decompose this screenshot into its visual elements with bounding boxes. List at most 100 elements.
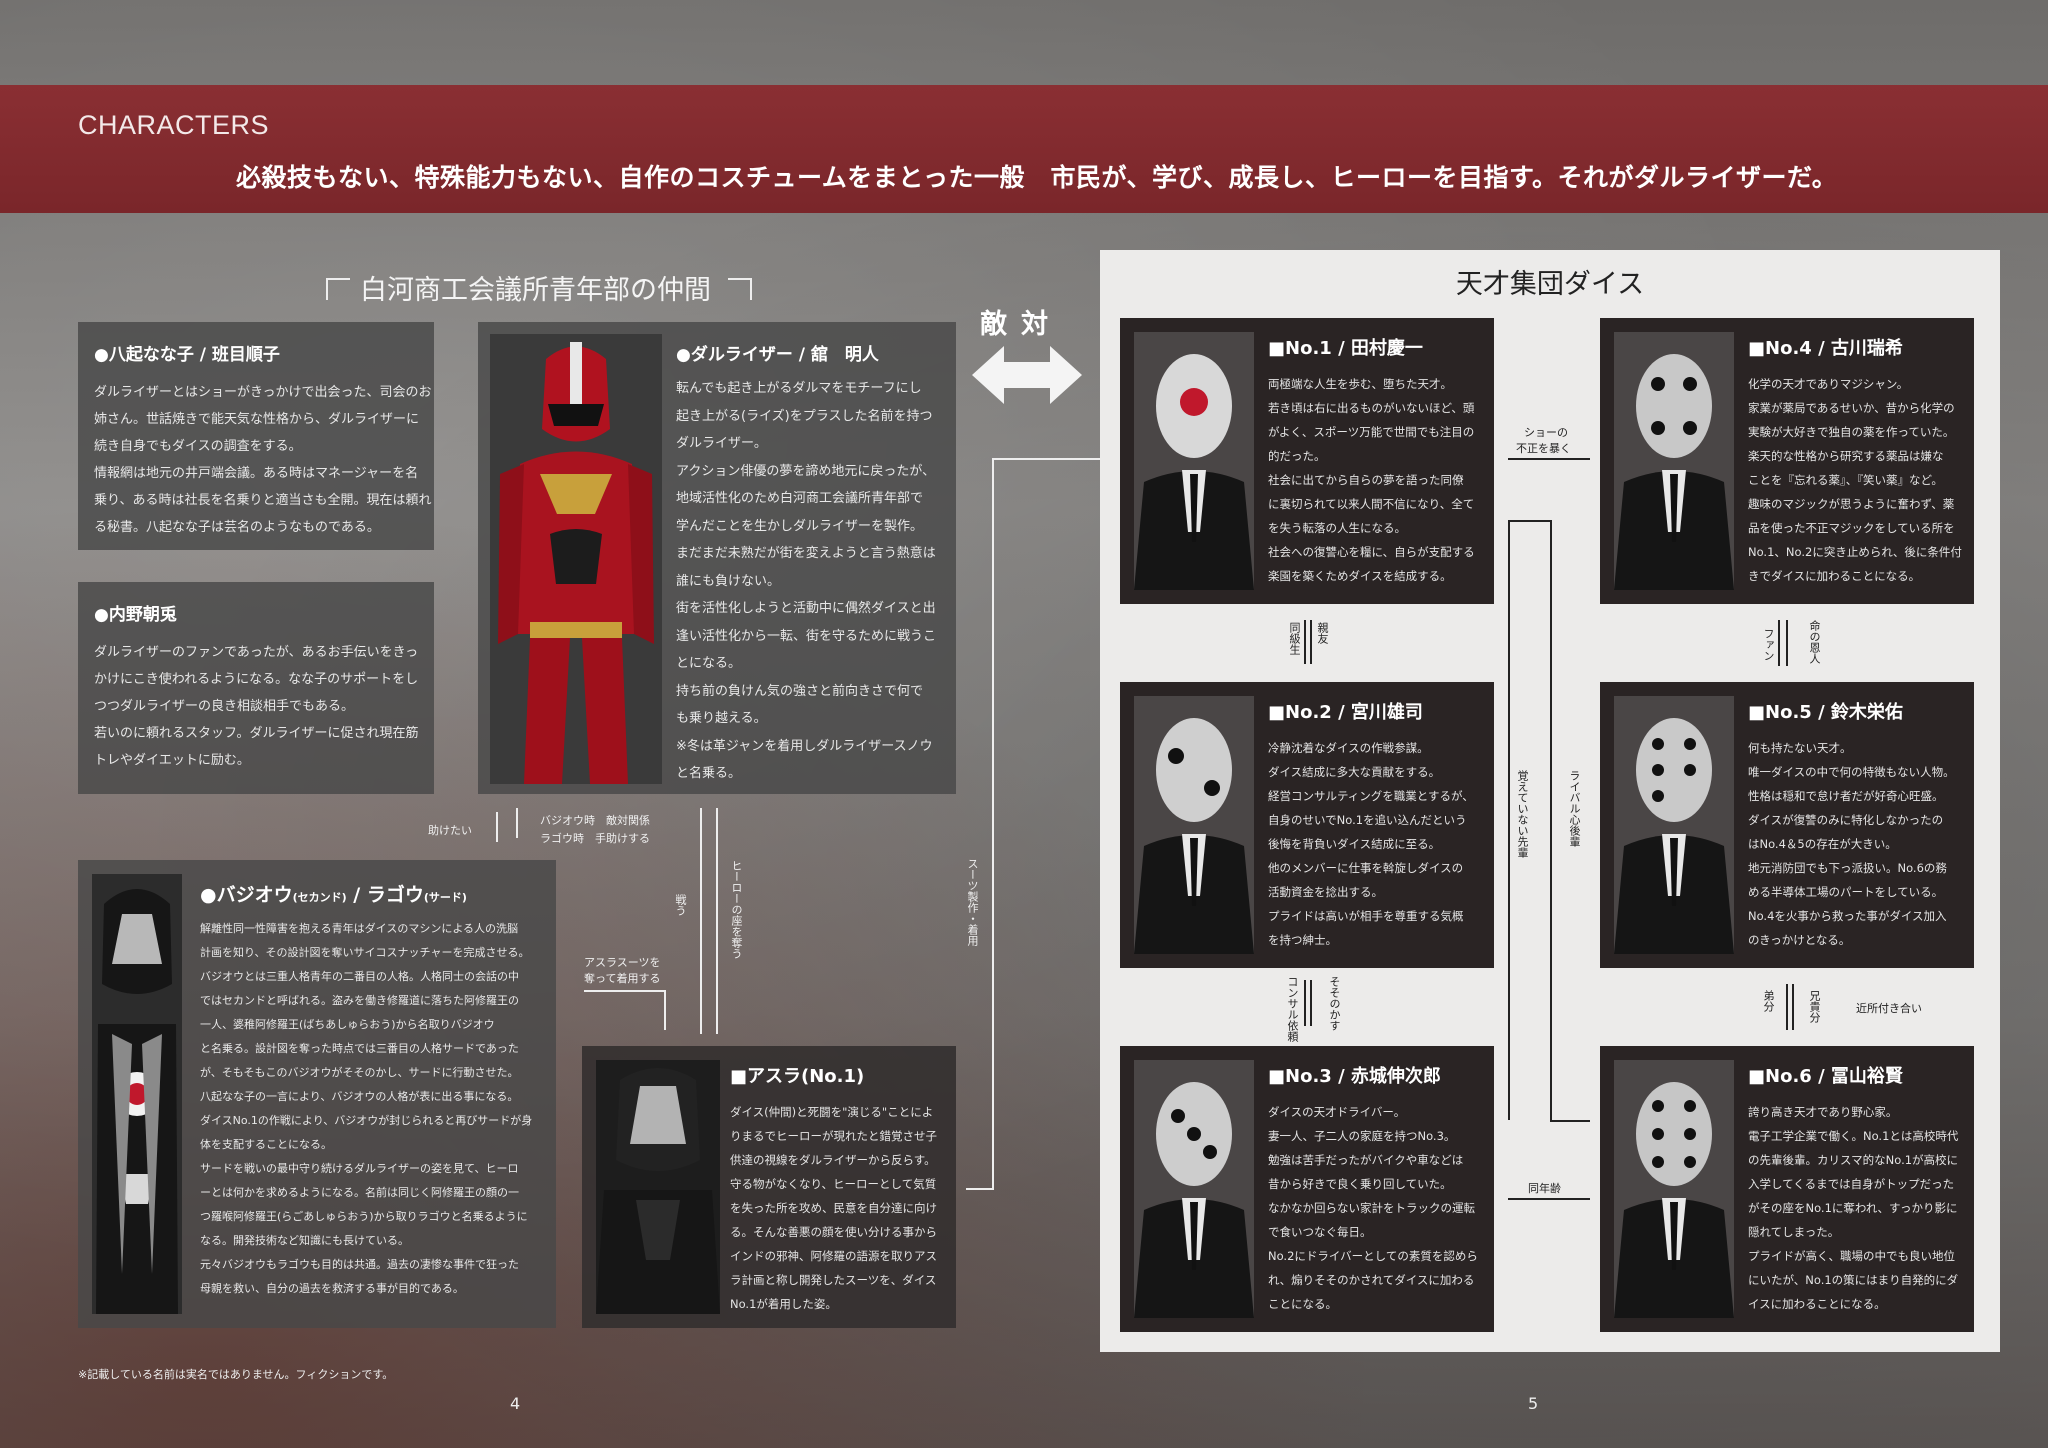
relation-friend: 親友 — [1316, 622, 1329, 644]
connector-rival — [1550, 520, 1552, 1120]
connector-rival-top — [1508, 520, 1552, 522]
no6-portrait — [1614, 1060, 1734, 1318]
card-description: 両極端な人生を歩む、堕ちた天才。 若き頃は右に出るものがいないほど、頭 がよく、… — [1268, 377, 1475, 583]
card-dice-no2: ■No.2 / 宮川雄司 冷静沈着なダイスの作戦参謀。 ダイス結成に多大な貢献を… — [1120, 682, 1494, 968]
arrow-no4-no5-a — [1778, 620, 1780, 666]
relation-fan: ファン — [1762, 628, 1775, 661]
no3-portrait — [1134, 1060, 1254, 1318]
relation-bajio-2: ラゴウ時 手助けする — [540, 832, 650, 845]
card-dice-no5: ■No.5 / 鈴木栄佑 何も持たない天才。 唯一ダイスの中で何の特徴もない人物… — [1600, 682, 1974, 968]
connector-forgot — [1508, 520, 1510, 1120]
connector-asura-down — [664, 990, 666, 1030]
relation-younger: 弟分 — [1762, 990, 1775, 1012]
card-description: ダルライザーのファンであったが、あるお手伝いをきっ かけにこき使われるようになる… — [94, 645, 419, 768]
card-description: ダイス(仲間)と死闘を"演じる"ことによ りまるでヒーローが現れたと錯覚させ子 … — [730, 1105, 937, 1311]
card-dice-no1: ■No.1 / 田村慶一 両極端な人生を歩む、堕ちた天才。 若き頃は右に出るもの… — [1120, 318, 1494, 604]
connector-suit-vertical — [992, 458, 994, 1190]
card-dice-no3: ■No.3 / 赤城伸次郎 ダイスの天才ドライバー。 妻一人、子二人の家庭を持つ… — [1120, 1046, 1494, 1332]
relation-suit: スーツ製作・着用 — [966, 858, 979, 946]
connector-rival-bottom — [1550, 1120, 1590, 1122]
relation-forgot: 覚えていない先輩 — [1516, 770, 1529, 858]
mask-portrait — [1134, 1060, 1254, 1318]
relation-bajio-1: バジオウ時 敵対関係 — [540, 814, 650, 827]
relation-neighbors: 近所付き合い — [1856, 1002, 1922, 1015]
mask-portrait — [1134, 696, 1254, 954]
relation-asura-wear-1: アスラスーツを — [584, 956, 661, 969]
footnote: ※記載している名前は実名ではありません。フィクションです。 — [78, 1368, 394, 1381]
card-name: ■No.6 / 冨山裕賢 — [1748, 1066, 1903, 1087]
no2-portrait — [1134, 696, 1254, 954]
card-name: ■No.3 / 赤城伸次郎 — [1268, 1066, 1441, 1087]
arrow-fight-2 — [716, 808, 718, 1034]
relation-show-1: ショーの — [1524, 426, 1568, 439]
connector-asura — [584, 990, 666, 992]
connector-suit-top — [992, 458, 1116, 460]
bajio-figure — [92, 874, 182, 1314]
card-description: 化学の天才でありマジシャン。 家業が薬局であるせいか、昔から化学の 実験が大好き… — [1748, 377, 1962, 583]
dalrizer-portrait — [490, 334, 662, 784]
bracket-right — [728, 278, 752, 300]
tagline: 必殺技もない、特殊能力もない、自作のコスチュームをまとった一般 市民が、学び、成… — [236, 163, 1838, 192]
page-number-right: 5 — [1528, 1394, 1539, 1413]
card-asato: ●内野朝兎 ダルライザーのファンであったが、あるお手伝いをきっ かけにこき使われ… — [78, 582, 434, 794]
arrow-no1-no2-b — [1310, 620, 1312, 664]
arrow-no5-no6-a — [1786, 984, 1788, 1030]
relation-classmate: 同級生 — [1288, 622, 1301, 655]
section-title: CHARACTERS — [78, 110, 270, 140]
card-description: ダルライザーとはショーがきっかけで出会った、司会のお 姉さん。世話焼きで能天気な… — [94, 385, 432, 535]
card-name: ■No.1 / 田村慶一 — [1268, 338, 1423, 359]
card-description: ダイスの天才ドライバー。 妻一人、子二人の家庭を持つNo.3。 勉強は苦手だった… — [1268, 1105, 1478, 1311]
arrow-up — [516, 808, 518, 838]
arrow-down — [496, 812, 498, 842]
relation-fight: 戦う — [674, 894, 687, 916]
asura-portrait — [596, 1060, 720, 1314]
relation-asura-wear-2: 奪って着用する — [584, 972, 661, 985]
no1-portrait — [1134, 332, 1254, 590]
asura-figure — [596, 1060, 720, 1314]
card-description: 誇り高き天才であり野心家。 電子工学企業で働く。No.1とは高校時代 の先輩後輩… — [1748, 1105, 1959, 1311]
card-name: ■No.2 / 宮川雄司 — [1268, 702, 1423, 723]
enemy-label: 敵対 — [980, 309, 1062, 340]
card-description: 解離性同一性障害を抱える青年はダイスのマシンによる人の洗脳 計画を知り、その設計… — [200, 922, 533, 1295]
card-nanako: ●八起なな子 / 班目順子 ダルライザーとはショーがきっかけで出会った、司会のお… — [78, 322, 434, 550]
connector-suit-bottom — [966, 1188, 994, 1190]
card-name: ●ダルライザー / 舘 明人 — [676, 345, 879, 365]
arrow-show — [1508, 458, 1590, 460]
relation-rival: ライバル心後輩 — [1568, 770, 1581, 847]
card-name: ■No.5 / 鈴木栄佑 — [1748, 702, 1903, 723]
relation-tempt: そそのかす — [1328, 976, 1341, 1031]
card-name: ●バジオウ(セカンド) / ラゴウ(サード) — [200, 884, 467, 906]
left-group-title: 白河商工会議所青年部の仲間 — [360, 275, 711, 306]
relation-help: 助けたい — [428, 824, 472, 837]
hero-figure — [490, 334, 662, 784]
relation-show-2: 不正を暴く — [1516, 442, 1571, 455]
relation-consult: コンサル依頼 — [1286, 976, 1299, 1042]
mask-portrait — [1614, 696, 1734, 954]
no4-portrait — [1614, 332, 1734, 590]
card-name: ■No.4 / 古川瑞希 — [1748, 338, 1903, 359]
card-dalrizer: ●ダルライザー / 舘 明人 転んでも起き上がるダルマをモチーフにし 起き上がる… — [478, 322, 956, 794]
arrow-no5-no6-b — [1792, 984, 1794, 1030]
right-group-title: 天才集団ダイス — [1455, 269, 1645, 300]
bracket-left — [326, 278, 350, 300]
card-name: ●八起なな子 / 班目順子 — [94, 345, 280, 365]
relation-savior: 命の恩人 — [1808, 620, 1821, 664]
card-asura: ■アスラ(No.1) ダイス(仲間)と死闘を"演じる"ことによ りまるでヒーロー… — [582, 1046, 956, 1328]
arrow-fight-1 — [700, 808, 702, 1034]
bajio-portrait — [92, 874, 182, 1314]
card-description: 冷静沈着なダイスの作戦参謀。 ダイス結成に多大な貢献をする。 経営コンサルティン… — [1268, 741, 1474, 947]
mask-portrait — [1614, 1060, 1734, 1318]
card-dice-no6: ■No.6 / 冨山裕賢 誇り高き天才であり野心家。 電子工学企業で働く。No.… — [1600, 1046, 1974, 1332]
card-name: ■アスラ(No.1) — [730, 1066, 865, 1087]
relation-elder: 兄貴分 — [1808, 990, 1821, 1023]
page-number-left: 4 — [510, 1394, 521, 1413]
arrow-same-age — [1508, 1198, 1590, 1200]
arrow-no2-no3-a — [1304, 980, 1306, 1026]
card-name: ●内野朝兎 — [94, 605, 177, 625]
no5-portrait — [1614, 696, 1734, 954]
card-description: 転んでも起き上がるダルマをモチーフにし 起き上がる(ライズ)をプラスした名前を持… — [676, 381, 937, 781]
card-dice-no4: ■No.4 / 古川瑞希 化学の天才でありマジシャン。 家業が薬局であるせいか、… — [1600, 318, 1974, 604]
arrow-no4-no5-b — [1786, 620, 1788, 666]
card-description: 何も持たない天才。 唯一ダイスの中で何の特徴もない人物。 性格は穏和で怠け者だが… — [1748, 741, 1955, 947]
double-arrow-icon — [972, 346, 1082, 404]
